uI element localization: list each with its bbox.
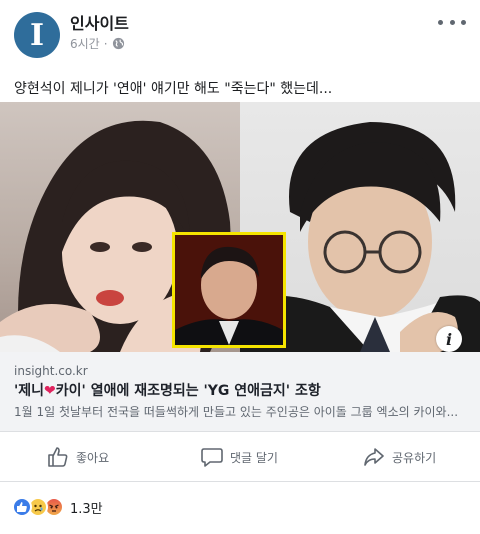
like-label: 좋아요 [76,450,110,465]
page-avatar[interactable]: I [14,12,60,58]
heart-icon: ❤ [44,383,56,399]
reaction-count[interactable]: 1.3만 [70,498,103,517]
share-button[interactable]: 공유하기 [362,443,436,471]
info-icon-glyph: i [445,329,453,349]
more-dot [461,19,466,25]
more-dot [449,19,455,25]
link-description: 1월 1일 첫날부터 전국을 떠들썩하게 만들고 있는 주인공은 아이돌 그룹 … [14,405,459,419]
comment-label: 댓글 달기 [230,450,278,465]
inset-photo [172,232,286,348]
link-title-part2: 카이' 열애에 재조명되는 'YG 연애금지' 조항 [55,383,321,399]
post-timestamp[interactable]: 6시간 [70,35,100,52]
like-reaction-icon [12,497,32,517]
link-preview-body[interactable]: insight.co.kr '제니❤카이' 열애에 재조명되는 'YG 연애금지… [0,352,480,432]
share-label: 공유하기 [392,450,437,465]
share-arrow-icon [364,448,384,466]
link-domain: insight.co.kr [14,364,88,378]
post-meta: 6시간 · [70,35,125,52]
post-actions-bar: 좋아요 댓글 달기 공유하기 [0,432,480,482]
angry-face-icon [49,504,59,512]
sad-face-icon [34,504,43,512]
thumbs-up-icon [48,447,68,467]
inset-photo-illustration [175,235,283,345]
comment-button[interactable]: 댓글 달기 [200,443,278,471]
globe-icon [112,37,124,50]
info-icon[interactable]: i [436,326,462,352]
page-name[interactable]: 인사이트 [70,10,129,34]
comment-icon [201,448,223,467]
reactions-summary[interactable]: 1.3만 [12,496,103,518]
thumbs-up-mini-icon [17,502,27,512]
like-button[interactable]: 좋아요 [46,443,109,471]
more-dot [438,19,443,25]
link-title-part1: '제니 [14,383,45,399]
meta-separator: · [103,36,108,51]
link-preview-image[interactable]: i [0,102,480,352]
post-text: 양현석이 제니가 '연애' 얘기만 해도 "죽는다" 했는데... [14,81,333,97]
post-header: I 인사이트 6시간 · [0,0,480,64]
link-preview-card[interactable]: i insight.co.kr '제니❤카이' 열애에 재조명되는 'YG 연애… [0,102,480,432]
link-title: '제니❤카이' 열애에 재조명되는 'YG 연애금지' 조항 [14,380,321,400]
more-options-button[interactable] [438,14,466,30]
avatar-logo-letter: I [29,18,45,53]
